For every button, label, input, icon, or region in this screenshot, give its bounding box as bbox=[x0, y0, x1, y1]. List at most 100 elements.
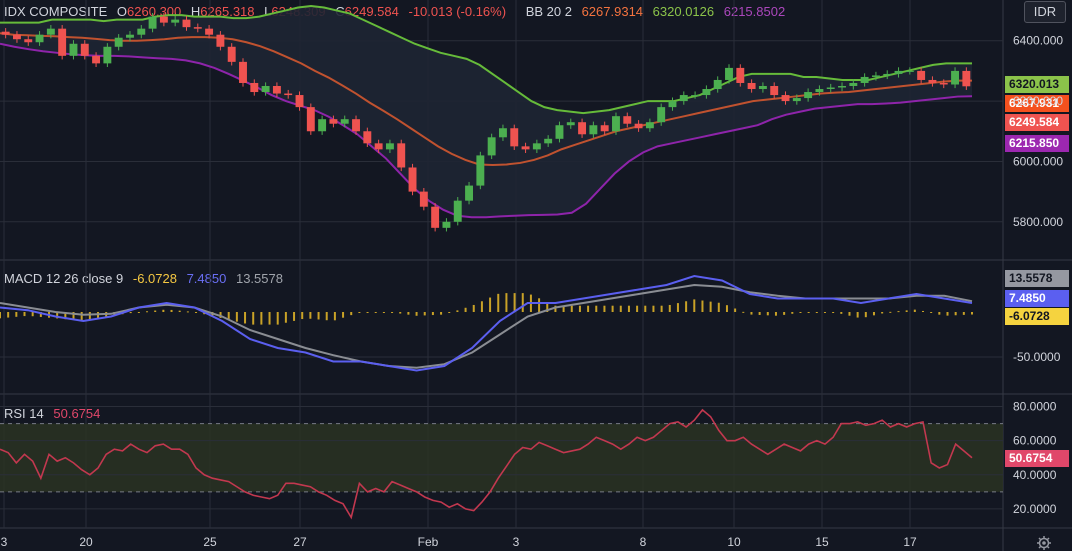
macd-hist-bar bbox=[317, 312, 320, 320]
time-tick-label: 3 bbox=[1, 535, 8, 549]
macd-hist-bar bbox=[154, 310, 157, 312]
macd-hist-bar bbox=[415, 312, 418, 316]
macd-hist-bar bbox=[717, 302, 720, 312]
macd-hist-bar bbox=[971, 312, 973, 315]
macd-hist-bar bbox=[186, 311, 189, 313]
macd-hist-bar bbox=[750, 312, 753, 315]
candle-body bbox=[758, 86, 767, 90]
macd-hist-bar bbox=[921, 310, 924, 312]
candle-body bbox=[35, 34, 44, 43]
candle-body bbox=[871, 75, 880, 77]
macd-hist-bar bbox=[448, 312, 451, 313]
macd-hist-bar bbox=[342, 312, 345, 318]
candle-body bbox=[352, 119, 360, 132]
candle-body bbox=[623, 116, 632, 124]
candle-body bbox=[838, 86, 846, 88]
candle-body bbox=[510, 128, 519, 147]
rsi-tick-label: 20.0000 bbox=[1013, 502, 1057, 516]
candle-body bbox=[747, 82, 756, 90]
candle-body bbox=[713, 79, 722, 90]
price-tick-label: 6000.000 bbox=[1013, 154, 1063, 168]
candle-body bbox=[69, 43, 78, 56]
candle-body bbox=[849, 82, 858, 86]
macd-signal-line bbox=[0, 283, 973, 369]
candle-body bbox=[487, 137, 496, 156]
macd-hist-bar bbox=[652, 305, 655, 312]
macd-hist-bar bbox=[178, 310, 181, 312]
candle-body bbox=[792, 98, 801, 102]
candle-body bbox=[645, 122, 654, 129]
candle-body bbox=[385, 143, 394, 150]
macd-hist-bar bbox=[938, 312, 941, 315]
macd-hist-bar bbox=[709, 301, 712, 312]
macd-hist-bar bbox=[627, 305, 630, 312]
macd-hist-bar bbox=[472, 304, 475, 312]
macd-hist-bar bbox=[881, 312, 884, 314]
macd-hist-bar bbox=[382, 312, 385, 313]
candle-body bbox=[159, 16, 168, 23]
macd-hist-bar bbox=[333, 312, 336, 321]
macd-hist-bar bbox=[456, 310, 459, 312]
price-tick-label: 6400.000 bbox=[1013, 34, 1063, 48]
candle-body bbox=[205, 28, 214, 35]
candle-body bbox=[815, 89, 824, 93]
macd-hist-bar bbox=[774, 312, 777, 316]
macd-hist-bar bbox=[783, 312, 786, 315]
candle-body bbox=[408, 167, 417, 192]
macd-hist-bar bbox=[88, 312, 91, 320]
candle-body bbox=[306, 107, 315, 132]
candle-body bbox=[340, 119, 349, 124]
macd-hist-bar bbox=[619, 305, 622, 312]
candle-body bbox=[24, 39, 33, 43]
macd-hist-bar bbox=[489, 297, 492, 312]
macd-hist-bar bbox=[350, 312, 353, 316]
macd-hist-bar bbox=[235, 312, 238, 322]
macd-hist-bar bbox=[897, 311, 900, 313]
macd-hist-bar bbox=[685, 301, 688, 312]
candle-body bbox=[442, 221, 451, 228]
macd-hist-bar bbox=[889, 311, 892, 313]
macd-hist-bar bbox=[742, 311, 745, 313]
candle-body bbox=[939, 82, 948, 85]
macd-hist-bar bbox=[284, 312, 287, 323]
candle-body bbox=[951, 70, 960, 85]
candle-body bbox=[691, 95, 700, 97]
candle-body bbox=[193, 27, 202, 29]
candle-body bbox=[465, 185, 474, 201]
candle-body bbox=[171, 19, 180, 23]
macd-hist-bar bbox=[578, 305, 581, 312]
chart-canvas[interactable]: 6400.000 6200.000 6000.000 5800.000 3 20 25 27 F… bbox=[0, 0, 1072, 551]
candle-body bbox=[46, 28, 55, 35]
candle-body bbox=[12, 34, 21, 40]
candle-body bbox=[555, 125, 564, 139]
macd-hist-bar bbox=[905, 310, 908, 312]
macd-hist-bar bbox=[930, 312, 933, 313]
macd-hist-bar bbox=[725, 305, 728, 312]
time-tick-label: 17 bbox=[903, 535, 917, 549]
macd-hist-bar bbox=[946, 312, 949, 316]
macd-hist-bar bbox=[595, 305, 598, 312]
candle-body bbox=[668, 101, 677, 108]
macd-hist-bar bbox=[587, 305, 590, 312]
macd-hist-bar bbox=[268, 312, 271, 325]
macd-hist-bar bbox=[913, 309, 916, 312]
macd-hist-bar bbox=[660, 305, 663, 312]
candle-body bbox=[419, 191, 428, 207]
candle-body bbox=[804, 92, 813, 99]
macd-hist-bar bbox=[301, 312, 304, 320]
rsi-tick-label: 60.0000 bbox=[1013, 434, 1057, 448]
candle-body bbox=[725, 67, 733, 80]
candle-body bbox=[702, 89, 711, 96]
candle-body bbox=[612, 116, 620, 132]
candle-body bbox=[770, 86, 779, 96]
macd-hist-bar bbox=[513, 293, 516, 312]
time-tick-label: 20 bbox=[79, 535, 93, 549]
candle-body bbox=[295, 95, 304, 108]
macd-hist-bar bbox=[856, 312, 859, 318]
macd-hist-bar bbox=[603, 305, 606, 312]
price-tick-label: 5800.000 bbox=[1013, 215, 1063, 229]
settings-gear-icon[interactable] bbox=[1036, 535, 1052, 551]
candle-body bbox=[227, 46, 236, 62]
macd-hist-bar bbox=[521, 293, 524, 312]
time-tick-label: 10 bbox=[727, 535, 741, 549]
